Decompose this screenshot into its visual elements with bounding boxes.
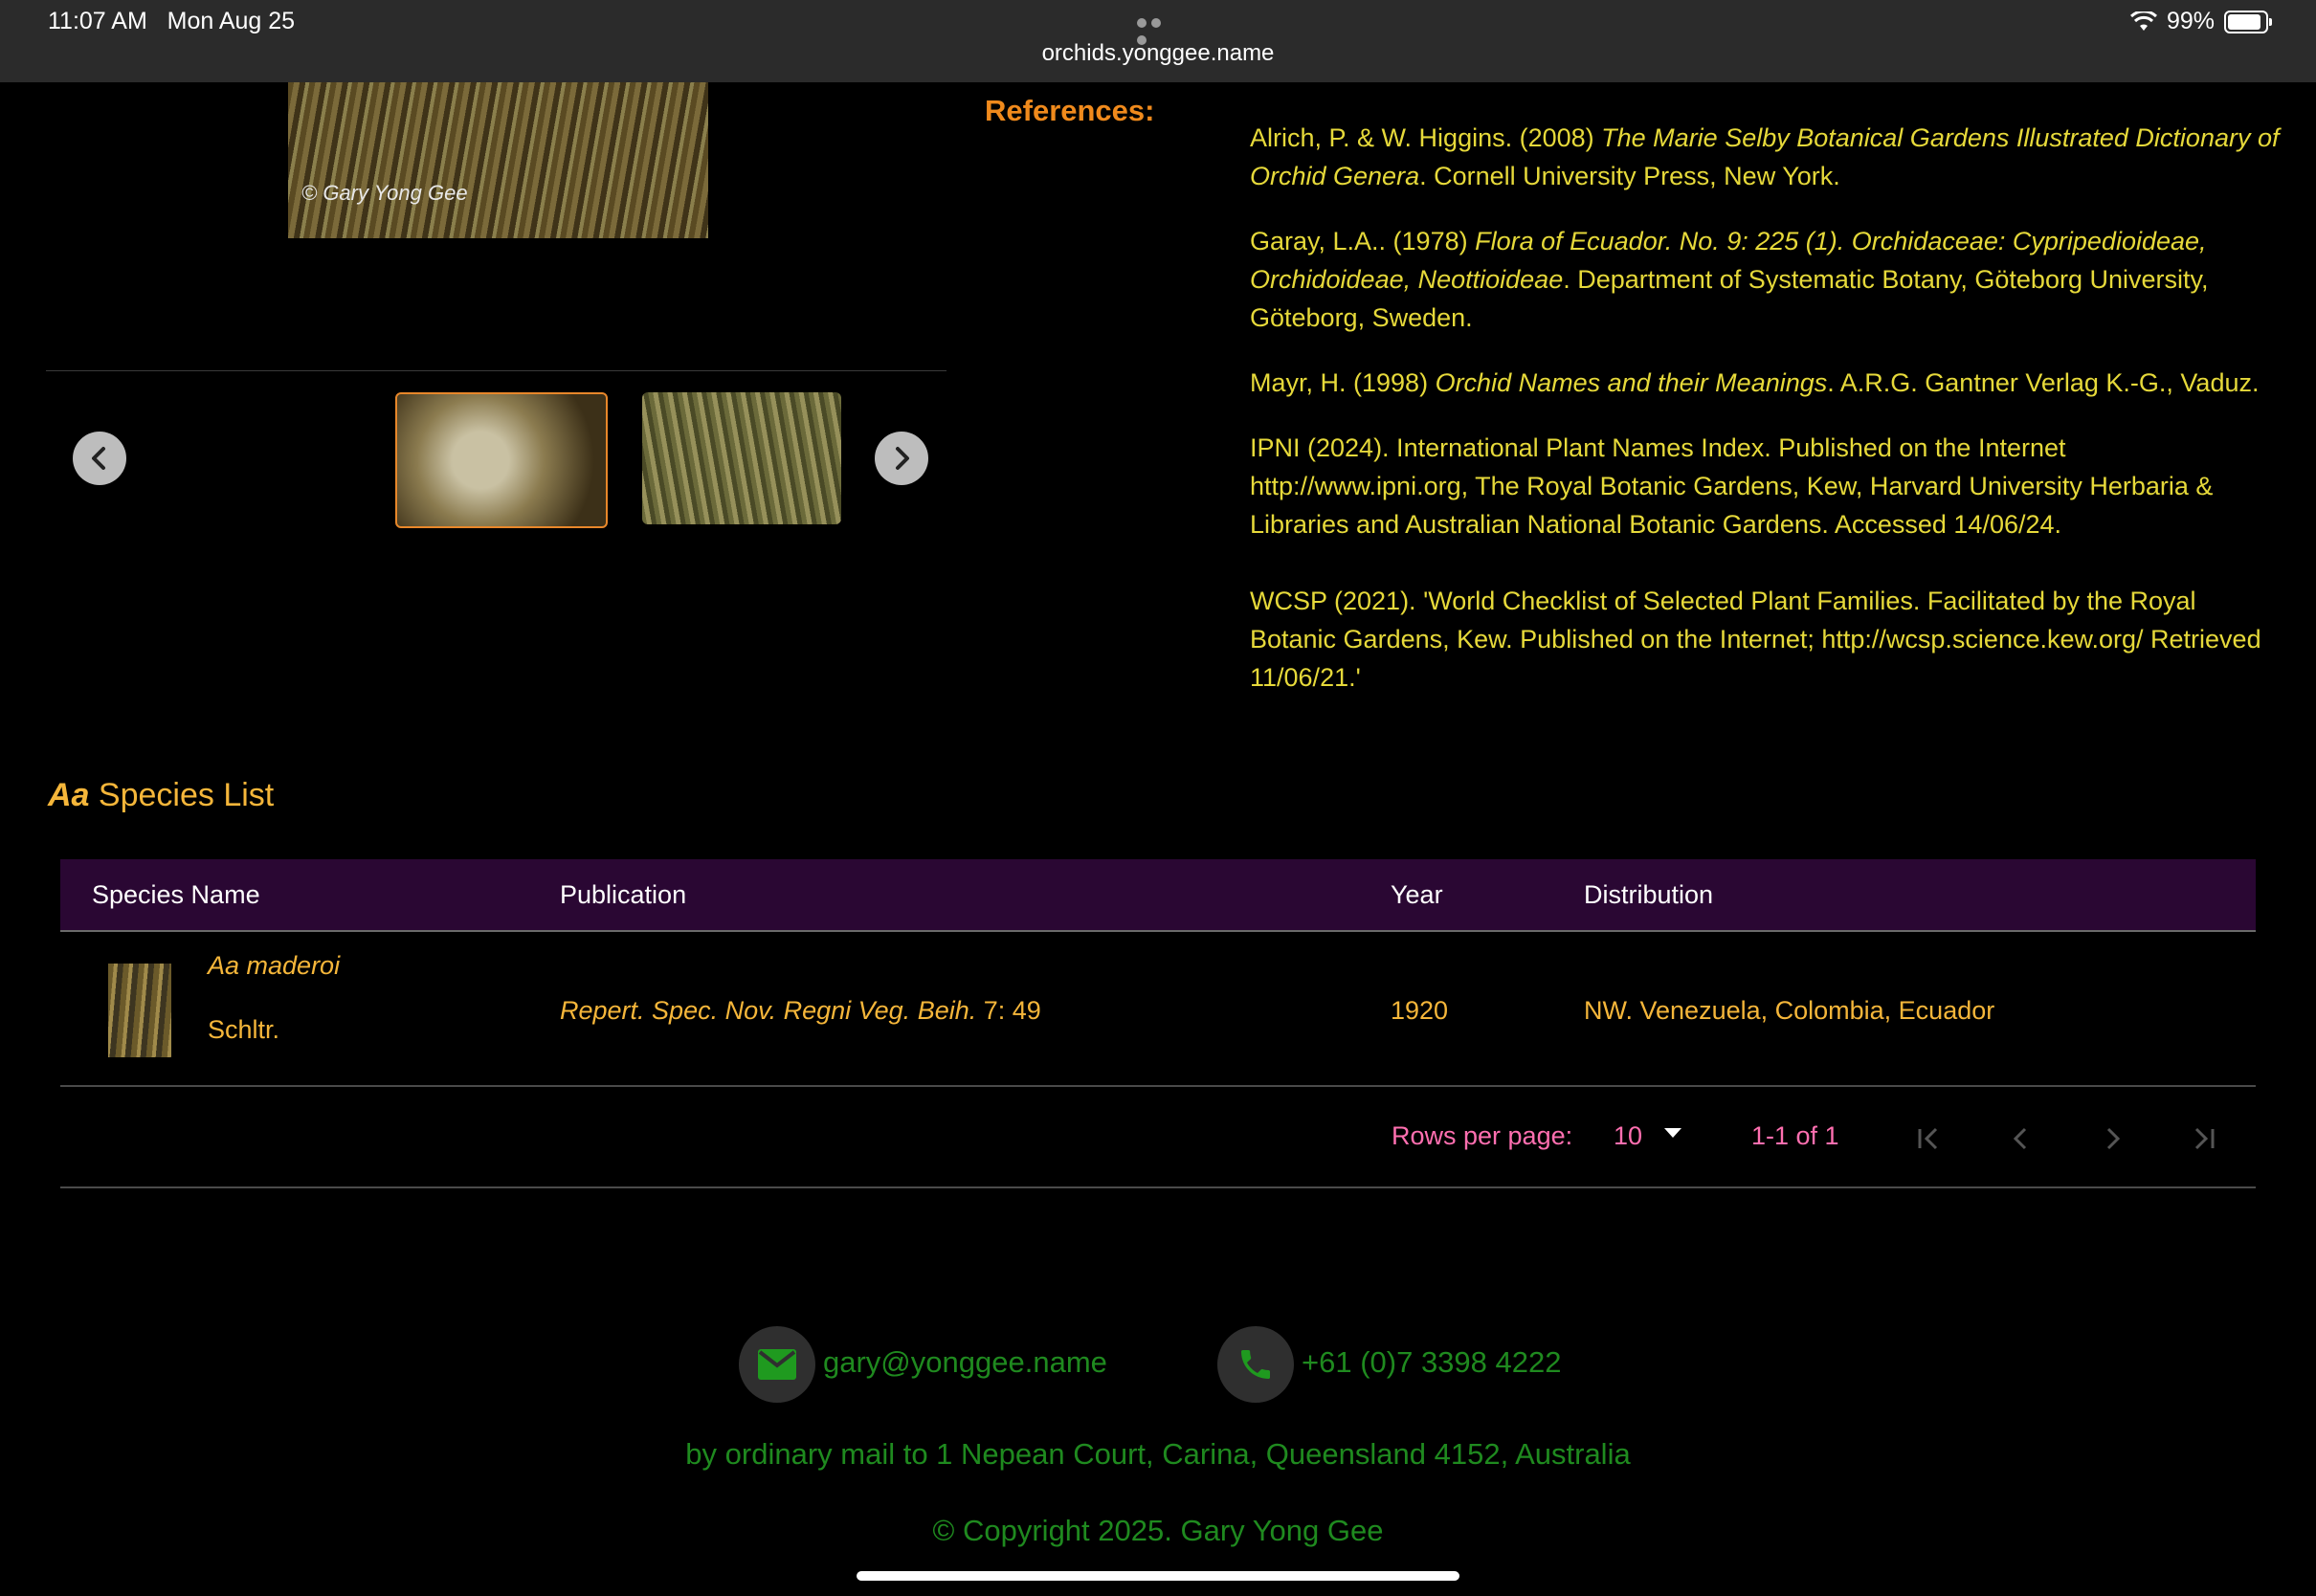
first-page-icon[interactable]: [1915, 1125, 1942, 1152]
references-heading: References:: [985, 94, 1155, 127]
photo-credit: © Gary Yong Gee: [301, 181, 468, 205]
gallery-divider: [46, 370, 946, 371]
status-time: 11:07 AM: [48, 8, 147, 34]
species-author: Schltr.: [208, 1015, 280, 1044]
status-date: Mon Aug 25: [167, 8, 296, 34]
rows-per-page-label: Rows per page:: [1392, 1121, 1573, 1150]
next-page-icon[interactable]: [2099, 1125, 2126, 1152]
column-header-distribution[interactable]: Distribution: [1584, 880, 1713, 910]
reference-item: IPNI (2024). International Plant Names I…: [1250, 433, 2214, 539]
genus-name: Aa: [48, 777, 90, 813]
multitask-dots-icon[interactable]: [1137, 15, 1179, 45]
url-label[interactable]: orchids.yonggee.name: [0, 40, 2316, 67]
wifi-icon: [2129, 11, 2157, 31]
home-indicator[interactable]: [857, 1571, 1459, 1581]
column-header-year[interactable]: Year: [1391, 880, 1443, 910]
previous-page-icon[interactable]: [2008, 1125, 2035, 1152]
species-publication: Repert. Spec. Nov. Regni Veg. Beih. 7: 4…: [560, 996, 1041, 1025]
phone-button[interactable]: [1217, 1326, 1294, 1403]
reference-item: Garay, L.A.. (1978) Flora of Ecuador. No…: [1250, 227, 2209, 332]
battery-percent: 99%: [2166, 8, 2215, 34]
phone-icon: [1241, 1350, 1270, 1379]
postal-address: by ordinary mail to 1 Nepean Court, Cari…: [685, 1437, 1631, 1471]
copyright-notice: © Copyright 2025. Gary Yong Gee: [932, 1514, 1384, 1547]
last-page-icon[interactable]: [2191, 1125, 2217, 1152]
table-pagination: Rows per page: 10 1-1 of 1: [60, 1087, 2256, 1188]
column-header-publication[interactable]: Publication: [560, 880, 686, 910]
main-photo[interactable]: © Gary Yong Gee: [288, 82, 708, 238]
species-thumbnail[interactable]: [108, 964, 171, 1057]
species-distribution: NW. Venezuela, Colombia, Ecuador: [1584, 996, 1995, 1025]
email-link[interactable]: gary@yonggee.name: [823, 1345, 1107, 1380]
gallery-next-button[interactable]: [875, 432, 928, 485]
reference-item: Mayr, H. (1998) Orchid Names and their M…: [1250, 368, 2260, 397]
email-button[interactable]: [739, 1326, 815, 1403]
status-time-date: 11:07 AM Mon Aug 25: [48, 8, 295, 35]
mail-icon: [758, 1349, 796, 1380]
chevron-right-icon: [896, 447, 909, 470]
status-indicators: 99%: [2129, 8, 2272, 35]
gallery-thumbnail-selected[interactable]: [395, 392, 608, 528]
column-header-species-name[interactable]: Species Name: [92, 880, 260, 910]
gallery-prev-button[interactable]: [73, 432, 126, 485]
chevron-left-icon: [92, 447, 105, 470]
species-list-title: Aa Species List: [48, 777, 275, 813]
reference-item: WCSP (2021). 'World Checklist of Selecte…: [1250, 587, 2261, 692]
references-list: Alrich, P. & W. Higgins. (2008) The Mari…: [1250, 119, 2283, 723]
species-year: 1920: [1391, 996, 1449, 1025]
reference-item: Alrich, P. & W. Higgins. (2008) The Mari…: [1250, 123, 2280, 190]
pagination-range: 1-1 of 1: [1751, 1121, 1839, 1150]
status-bar: 11:07 AM Mon Aug 25 orchids.yonggee.name…: [0, 0, 2316, 82]
rows-per-page-select[interactable]: 10: [1614, 1121, 1682, 1151]
gallery-thumbnail[interactable]: [642, 392, 841, 524]
species-table: Species Name Publication Year Distributi…: [60, 859, 2256, 1188]
table-header: Species Name Publication Year Distributi…: [60, 859, 2256, 932]
phone-link[interactable]: +61 (0)7 3398 4222: [1302, 1345, 1561, 1380]
caret-down-icon: [1663, 1128, 1681, 1138]
species-name-link[interactable]: Aa maderoi: [208, 951, 340, 981]
table-row[interactable]: Aa maderoi Schltr. Repert. Spec. Nov. Re…: [60, 932, 2256, 1087]
battery-icon: [2224, 10, 2272, 33]
